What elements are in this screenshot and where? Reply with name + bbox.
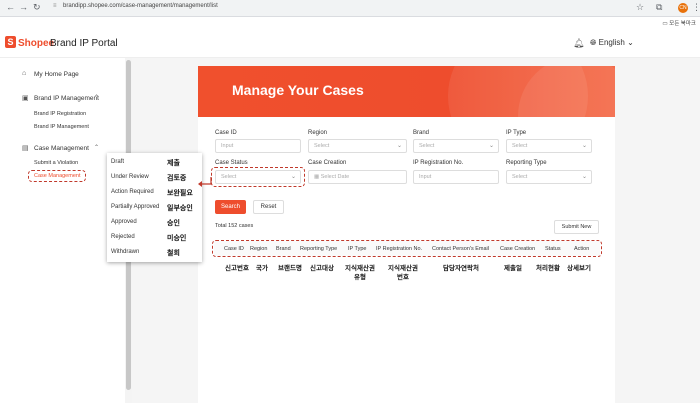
sidebar-item-brand-ip-registration[interactable]: Brand IP Registration xyxy=(34,111,86,117)
status-option-en: Partially Approved xyxy=(111,204,160,210)
chevron-down-icon: ⌄ xyxy=(581,174,587,180)
globe-icon: 🌐︎ xyxy=(590,38,597,47)
case-id-label: Case ID xyxy=(215,130,237,136)
status-option-ko: 일부승인 xyxy=(167,205,193,212)
ip-type-select[interactable]: Select ⌄ xyxy=(506,139,592,153)
reset-button[interactable]: Reset xyxy=(253,200,284,214)
briefcase-icon: ▤ xyxy=(22,145,29,152)
status-option-ko: 승인 xyxy=(167,220,180,227)
chevron-down-icon: ⌄ xyxy=(488,143,494,149)
korean-label: 신고번호 xyxy=(225,265,249,272)
status-option-en: Rejected xyxy=(111,234,135,240)
all-bookmarks-link[interactable]: ▭ 모든 북마크 xyxy=(662,19,696,27)
browser-toolbar: ← → ↻ ≡ brandipp.shopee.com/case-managem… xyxy=(0,0,700,17)
annotation-box-table-header xyxy=(212,240,602,257)
korean-label: 지식재산권 번호 xyxy=(388,265,418,281)
status-option-ko: 철회 xyxy=(167,250,180,257)
forward-icon[interactable]: → xyxy=(19,2,28,12)
submit-new-button[interactable]: Submit New xyxy=(554,220,599,234)
case-status-label: Case Status xyxy=(215,160,248,166)
sidebar-item-submit-violation[interactable]: Submit a Violation xyxy=(34,160,78,166)
status-option-ko: 검토중 xyxy=(167,175,187,182)
korean-label: 신고대상 xyxy=(310,265,334,272)
calendar-icon: ▦ xyxy=(314,174,321,180)
annotation-box-case-status xyxy=(211,167,305,187)
status-option-ko: 미승인 xyxy=(167,235,187,242)
case-id-input[interactable]: Input xyxy=(215,139,301,153)
annotation-arrow xyxy=(198,177,212,187)
korean-label: 제출일 xyxy=(504,265,522,272)
arrow-head xyxy=(198,181,202,187)
app-header: S Shopee Brand IP Portal 🔔︎ 🌐︎ English ⌄ xyxy=(0,30,700,58)
search-button[interactable]: Search xyxy=(215,200,246,214)
ip-type-label: IP Type xyxy=(506,130,527,136)
chevron-up-icon: ⌃ xyxy=(94,95,100,101)
sidebar-item-brand-ip-management[interactable]: Brand IP Management xyxy=(34,124,89,130)
chevron-up-icon: ⌃ xyxy=(94,145,100,151)
bell-icon[interactable]: 🔔︎ xyxy=(573,38,584,49)
sidebar-item-brand-ip[interactable]: Brand IP Management xyxy=(34,95,99,102)
status-option-en: Draft xyxy=(111,159,125,165)
total-count: Total 152 cases xyxy=(215,223,254,229)
book-icon: ▣ xyxy=(22,95,29,102)
menu-icon[interactable]: ⋮ xyxy=(692,2,700,13)
sidebar-item-case-management[interactable]: Case Management xyxy=(34,145,89,152)
sidebar-item-home[interactable]: My Home Page xyxy=(34,71,79,78)
profile-avatar[interactable]: CN xyxy=(678,3,688,13)
region-select[interactable]: Select ⌄ xyxy=(308,139,407,153)
region-label: Region xyxy=(308,130,328,136)
filter-panel xyxy=(198,117,615,403)
korean-label: 국가 xyxy=(256,265,268,272)
extensions-icon[interactable]: ⧉ xyxy=(656,2,662,13)
case-creation-label: Case Creation xyxy=(308,160,347,166)
site-info-icon[interactable]: ≡ xyxy=(53,3,57,9)
page-title: Manage Your Cases xyxy=(232,82,364,98)
status-option-ko: 제출 xyxy=(167,160,180,167)
chevron-down-icon: ⌄ xyxy=(396,143,402,149)
language-selector[interactable]: 🌐︎ English ⌄ xyxy=(590,38,634,48)
reporting-type-label: Reporting Type xyxy=(506,160,547,166)
chevron-down-icon: ⌄ xyxy=(581,143,587,149)
case-status-legend-popup: Draft 제출 Under Review 검토중 Action Require… xyxy=(107,153,202,262)
shopee-bag-icon: S xyxy=(5,36,16,48)
korean-label: 처리현황 xyxy=(536,265,560,272)
korean-label: 상세보기 xyxy=(567,265,591,272)
shopee-logo[interactable]: Shopee xyxy=(18,38,54,49)
brand-select[interactable]: Select ⌄ xyxy=(413,139,499,153)
ip-registration-label: IP Registration No. xyxy=(413,160,464,166)
chevron-down-icon: ⌄ xyxy=(627,38,634,47)
status-option-en: Withdrawn xyxy=(111,249,140,255)
reporting-type-select[interactable]: Select ⌄ xyxy=(506,170,592,184)
korean-label: 담당자연락처 xyxy=(443,265,479,272)
brand-label: Brand xyxy=(413,130,430,136)
hero-banner: Manage Your Cases xyxy=(198,66,615,117)
korean-label: 지식재산권 유형 xyxy=(345,265,375,281)
annotation-box-sidebar xyxy=(28,170,86,182)
ip-registration-input[interactable]: Input xyxy=(413,170,499,184)
bookmarks-bar: ▭ 모든 북마크 xyxy=(0,17,700,29)
status-option-en: Approved xyxy=(111,219,137,225)
reload-icon[interactable]: ↻ xyxy=(33,2,41,13)
status-option-en: Action Required xyxy=(111,189,154,195)
back-icon[interactable]: ← xyxy=(6,2,15,12)
case-creation-datepicker[interactable]: ▦ Select Date xyxy=(308,170,407,184)
status-option-en: Under Review xyxy=(111,174,149,180)
address-bar[interactable]: brandipp.shopee.com/case-management/mana… xyxy=(63,3,218,9)
home-icon: ⌂ xyxy=(22,70,27,77)
arrow-line xyxy=(202,177,212,185)
status-option-ko: 보완필요 xyxy=(167,190,193,197)
star-icon[interactable]: ☆ xyxy=(636,2,644,13)
korean-label: 브랜드명 xyxy=(278,265,302,272)
portal-title: Brand IP Portal xyxy=(50,38,118,49)
